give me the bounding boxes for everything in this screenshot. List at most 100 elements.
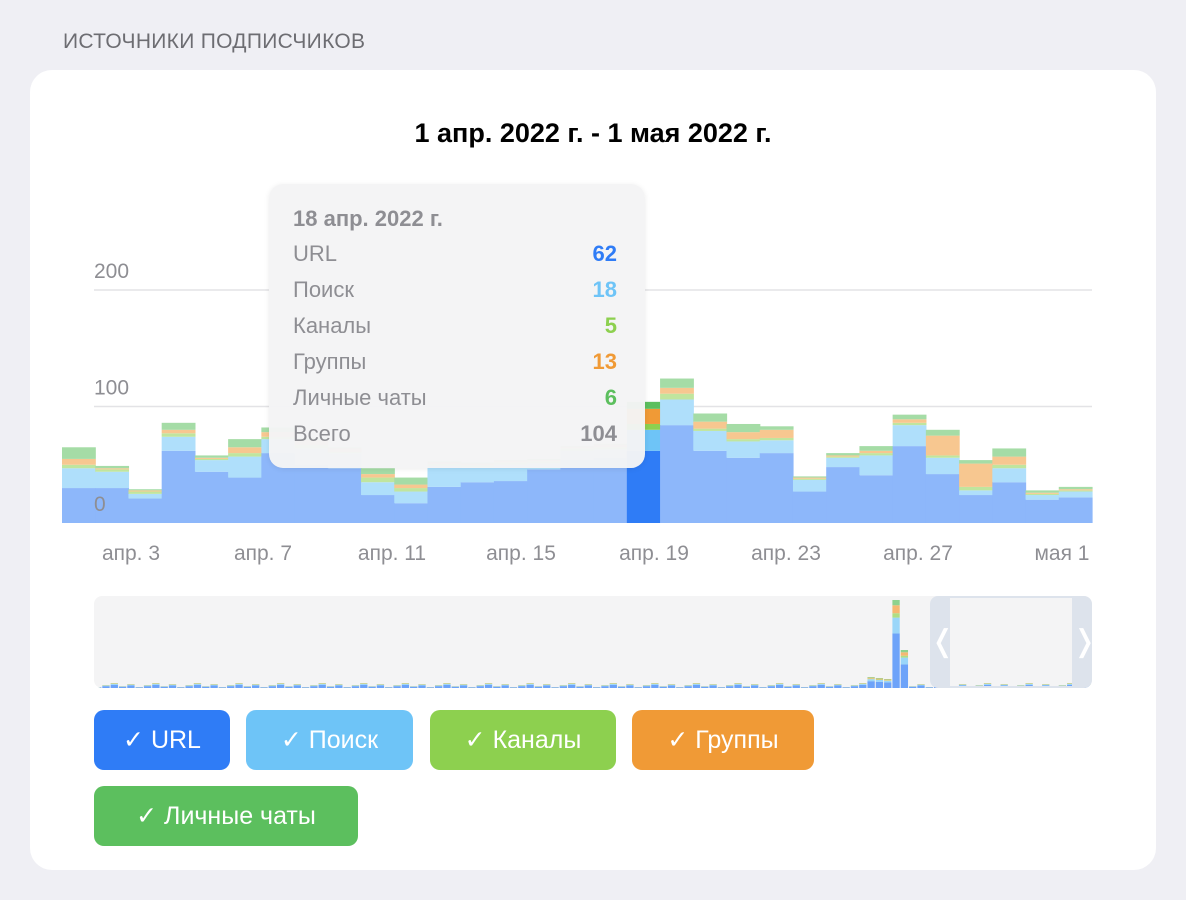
- navigator-bar: [642, 686, 651, 688]
- navigator-bar: [842, 687, 850, 688]
- toggle-private-chats-button[interactable]: ✓ Личные чаты: [94, 786, 358, 846]
- bar-segment: [726, 441, 761, 458]
- navigator-bar: [867, 677, 875, 678]
- navigator-bar: [784, 686, 792, 688]
- navigator-bar: [360, 684, 368, 685]
- navigator-bar: [168, 685, 177, 688]
- navigator-bar: [468, 687, 476, 688]
- navigator-bar: [751, 685, 759, 688]
- navigator-right-handle[interactable]: ❭: [1072, 596, 1097, 688]
- bar-segment: [925, 429, 960, 436]
- bar-segment: [95, 465, 130, 469]
- navigator-bar: [892, 613, 900, 618]
- navigator-bar: [252, 684, 260, 686]
- navigator-bar: [684, 685, 692, 687]
- bar-segment: [1025, 492, 1060, 494]
- navigator-bar: [626, 684, 634, 686]
- bar-segment: [826, 453, 861, 456]
- navigator-bar: [293, 684, 301, 686]
- bar-segment: [95, 471, 130, 489]
- navigator-left-handle[interactable]: ❬: [930, 596, 955, 688]
- bar-segment: [62, 488, 96, 523]
- navigator-bar: [601, 686, 609, 688]
- navigator-bar: [418, 685, 426, 688]
- navigator-bar: [568, 684, 576, 688]
- bar-segment: [792, 491, 827, 523]
- bar-segment: [194, 455, 229, 458]
- navigator-bar: [543, 684, 551, 686]
- navigator-bar: [434, 686, 443, 688]
- bar-segment: [959, 486, 993, 491]
- tooltip-value: 5: [604, 313, 617, 338]
- navigator-bar: [293, 685, 301, 688]
- navigator-bar: [335, 684, 343, 686]
- navigator-bar: [268, 686, 276, 688]
- navigator-bar: [459, 685, 468, 688]
- bar-segment: [1025, 495, 1060, 500]
- navigator-bar: [875, 678, 884, 679]
- navigator-bar: [543, 685, 551, 688]
- bar-segment: [826, 455, 861, 457]
- bar-segment: [693, 421, 728, 429]
- toggle-search-button[interactable]: ✓ Поиск: [246, 710, 413, 770]
- navigator-bar: [235, 684, 243, 685]
- navigator-bar: [684, 686, 692, 688]
- navigator-bar: [667, 684, 676, 686]
- navigator-bar: [659, 686, 667, 688]
- bar-segment: [792, 476, 827, 478]
- navigator-window-frame[interactable]: [950, 596, 1072, 688]
- tooltip-value: 18: [592, 277, 617, 302]
- navigator-bar: [576, 686, 584, 688]
- navigator-bar: [526, 684, 534, 688]
- navigator-bar: [426, 687, 434, 688]
- toggle-channels-button[interactable]: ✓ Каналы: [430, 710, 616, 770]
- bar-segment: [826, 456, 861, 458]
- navigator-bar: [792, 684, 800, 686]
- bar-segment: [228, 477, 262, 523]
- navigator-selection-window[interactable]: ❬ ❭: [930, 596, 1097, 688]
- x-tick-label: мая 1: [1034, 542, 1089, 565]
- bar-segment: [427, 486, 462, 523]
- navigator-bar: [252, 685, 260, 688]
- navigator-bar: [775, 684, 784, 685]
- navigator-bar: [775, 684, 784, 688]
- navigator-bar: [809, 685, 817, 687]
- tooltip-label: URL: [293, 241, 338, 266]
- navigator-bar: [642, 685, 651, 687]
- navigator-bar: [875, 680, 884, 682]
- navigator-bar: [118, 686, 127, 688]
- bar-segment: [194, 460, 229, 472]
- navigator-bar: [626, 685, 634, 688]
- navigator-bar: [751, 684, 759, 686]
- toggle-groups-button[interactable]: ✓ Группы: [632, 710, 814, 770]
- tooltip-value: 62: [592, 241, 617, 266]
- bar-segment: [228, 439, 262, 448]
- tooltip-row-total: Всего 104: [293, 421, 617, 453]
- bar-segment: [361, 482, 395, 496]
- bar-segment: [1058, 489, 1093, 491]
- bar-segment: [959, 460, 993, 464]
- toggle-url-button[interactable]: ✓ URL: [94, 710, 230, 770]
- navigator-bar: [634, 687, 642, 688]
- bar-segment: [95, 468, 130, 470]
- navigator-bar: [850, 685, 859, 687]
- navigator-bar: [900, 655, 909, 658]
- navigator-bar: [160, 686, 168, 688]
- tooltip-row-url: URL 62: [293, 241, 617, 273]
- bar-segment: [394, 484, 429, 489]
- bar-segment: [693, 430, 728, 451]
- bar-segment: [959, 463, 993, 487]
- navigator-bar: [418, 684, 426, 686]
- navigator-bar: [867, 679, 875, 682]
- bar-segment: [660, 387, 694, 394]
- bar-segment: [759, 453, 794, 523]
- navigator-bar: [609, 684, 617, 685]
- navigator-bar: [726, 686, 734, 688]
- navigator-bar: [593, 687, 601, 688]
- navigator-bar: [493, 686, 501, 688]
- bar-segment: [992, 448, 1027, 457]
- navigator-bar: [817, 684, 825, 688]
- navigator-bar: [501, 685, 509, 688]
- navigator-bar: [701, 686, 709, 688]
- bar-segment: [161, 433, 196, 437]
